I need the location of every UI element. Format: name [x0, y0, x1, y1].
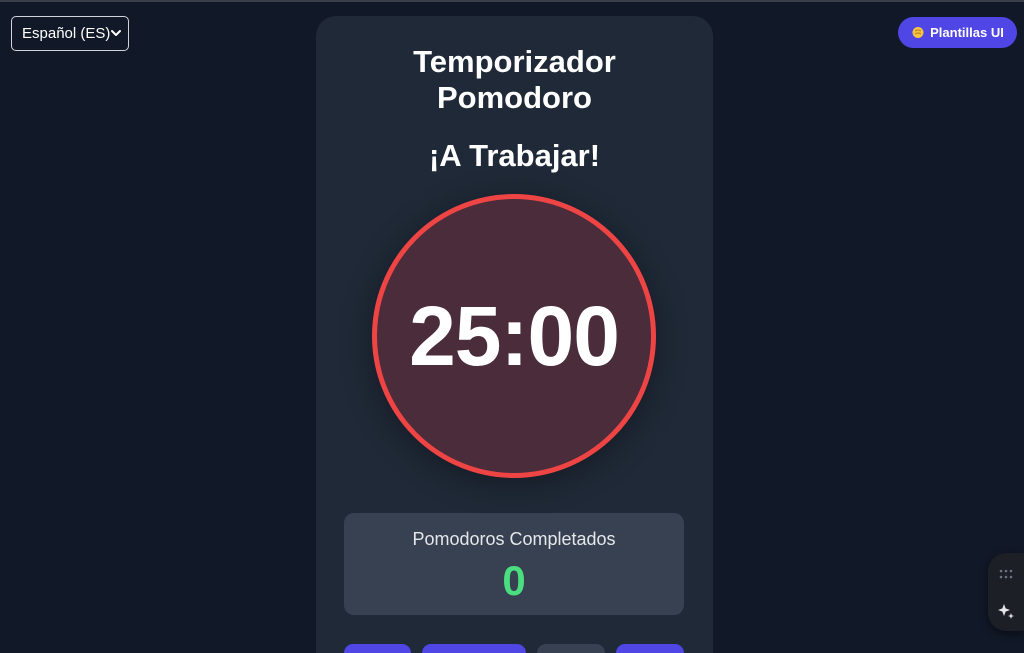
mode-label: ¡A Trabajar! — [428, 138, 601, 173]
page-title: Temporizador Pomodoro — [316, 44, 713, 116]
templates-button-label: Plantillas UI — [930, 25, 1004, 40]
control-button-1[interactable] — [344, 644, 411, 653]
language-select-value: Español (ES) — [22, 25, 111, 42]
language-select[interactable]: Español (ES) — [11, 16, 129, 51]
completed-stats-panel: Pomodoros Completados 0 — [344, 513, 684, 615]
page-title-line2: Pomodoro — [437, 80, 592, 115]
window-top-edge — [0, 0, 1024, 2]
floating-toolbar — [988, 553, 1024, 631]
control-button-3[interactable] — [537, 644, 605, 653]
completed-stats-label: Pomodoros Completados — [412, 529, 616, 549]
brain-icon — [912, 26, 924, 38]
completed-stats-value: 0 — [502, 557, 526, 604]
sparkle-icon[interactable] — [997, 602, 1015, 620]
control-button-4[interactable] — [616, 644, 684, 653]
timer-ring: 25:00 — [372, 194, 656, 478]
pomodoro-card: Temporizador Pomodoro ¡A Trabajar! 25:00… — [316, 16, 713, 653]
timer-display: 25:00 — [409, 288, 620, 383]
drag-handle-icon[interactable] — [999, 569, 1013, 579]
chevron-down-icon — [111, 30, 121, 36]
control-button-2[interactable] — [422, 644, 526, 653]
page-title-line1: Temporizador — [413, 44, 616, 79]
templates-button[interactable]: Plantillas UI — [898, 17, 1017, 48]
